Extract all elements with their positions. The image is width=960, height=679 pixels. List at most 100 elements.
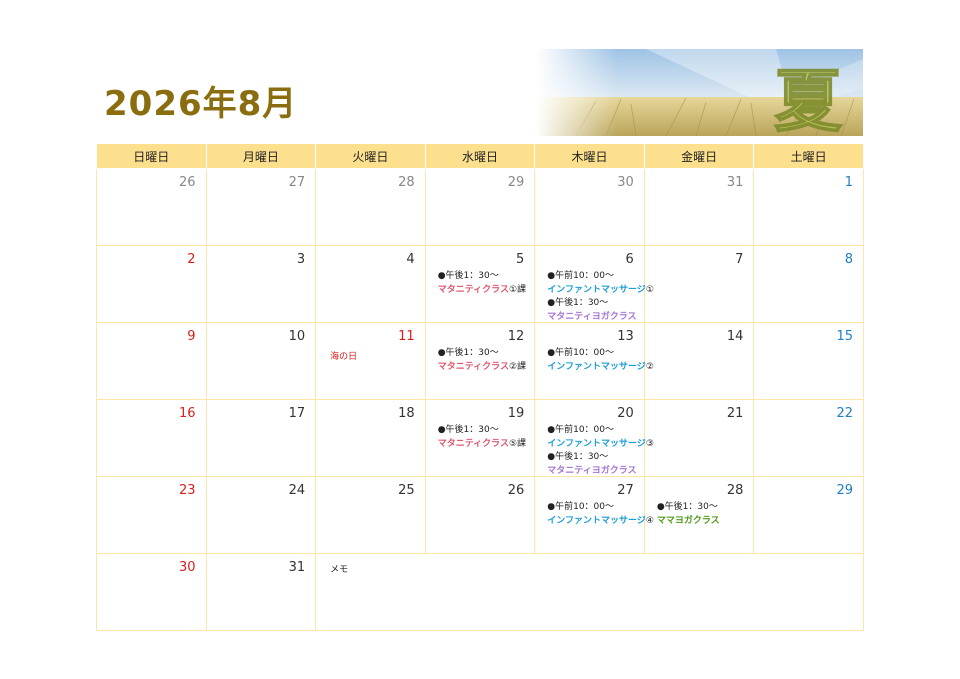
day-number: 27 bbox=[288, 175, 306, 190]
day-cell: 15 bbox=[753, 322, 864, 400]
day-number: 9 bbox=[187, 329, 196, 344]
holiday-label: 海の日 bbox=[330, 352, 358, 362]
event-title: インファントマッサージ③ bbox=[547, 438, 654, 449]
event-list: ●午後1：30～ マタニティクラス①課 bbox=[438, 270, 526, 297]
day-cell: 19 ●午後1：30～ マタニティクラス⑤課 bbox=[424, 399, 536, 477]
weekday-sun: 日曜日 bbox=[96, 143, 207, 169]
event-time: ●午後1：30～ bbox=[437, 425, 499, 435]
day-cell: 30 bbox=[534, 168, 645, 246]
week-row: 16 17 18 19 ●午後1：30～ マタニティクラス⑤課 20 ●午前10… bbox=[96, 399, 864, 477]
day-cell: 28 bbox=[315, 168, 426, 246]
day-cell: 6 ●午前10：00～ インファントマッサージ① ●午後1：30～ マタニティヨ… bbox=[534, 245, 654, 323]
day-cell: 29 bbox=[753, 476, 864, 554]
day-number: 27 bbox=[617, 483, 634, 498]
event-list: ●午前10：00～ インファントマッサージ② bbox=[547, 347, 654, 374]
memo-label: メモ bbox=[330, 565, 349, 575]
day-cell: 4 bbox=[315, 245, 426, 323]
day-number: 22 bbox=[836, 406, 853, 421]
week-row: 23 24 25 26 27 ●午前10：00～ インファントマッサージ④ 28… bbox=[96, 476, 864, 554]
event-title: マタニティクラス②課 bbox=[437, 361, 527, 372]
day-number: 31 bbox=[726, 175, 744, 190]
event-list: ●午後1：30～ マタニティクラス⑤課 bbox=[438, 424, 526, 451]
weekday-thu: 木曜日 bbox=[534, 143, 645, 169]
memo-cell[interactable]: メモ bbox=[315, 553, 864, 631]
page-title: 2026年8月 bbox=[104, 84, 298, 124]
day-cell: 27 ●午前10：00～ インファントマッサージ④ bbox=[534, 476, 654, 554]
day-cell: 12 ●午後1：30～ マタニティクラス②課 bbox=[424, 322, 536, 400]
week-row: 30 31 メモ bbox=[96, 553, 864, 631]
day-cell: 8 bbox=[753, 245, 864, 323]
day-cell: 5 ●午後1：30～ マタニティクラス①課 bbox=[424, 245, 536, 323]
event-time: ●午前10：00～ bbox=[547, 348, 615, 358]
event-time: ●午前10：00～ bbox=[547, 271, 615, 281]
event-title: インファントマッサージ② bbox=[547, 361, 654, 372]
day-number: 2 bbox=[187, 252, 196, 267]
day-number: 28 bbox=[726, 483, 744, 498]
event-time: ●午後1：30～ bbox=[547, 452, 609, 462]
week-row: 9 10 11 海の日 12 ●午後1：30～ マタニティクラス②課 13 ●午… bbox=[96, 322, 864, 400]
day-number: 18 bbox=[398, 406, 415, 421]
day-number: 26 bbox=[507, 483, 525, 498]
weekday-sat: 土曜日 bbox=[753, 143, 864, 169]
day-cell: 1 bbox=[753, 168, 864, 246]
day-cell: 31 bbox=[643, 168, 755, 246]
day-number: 5 bbox=[515, 252, 525, 267]
week-row: 2 3 4 5 ●午後1：30～ マタニティクラス①課 6 ●午前10：00～ … bbox=[96, 245, 864, 323]
weekday-header-row: 日曜日 月曜日 火曜日 水曜日 木曜日 金曜日 土曜日 bbox=[96, 143, 864, 169]
calendar-grid: 日曜日 月曜日 火曜日 水曜日 木曜日 金曜日 土曜日 26 27 28 29 … bbox=[96, 143, 864, 631]
event-list: ●午後1：30～ マタニティクラス②課 bbox=[438, 347, 526, 374]
day-number: 12 bbox=[507, 329, 525, 344]
event-time: ●午後1：30～ bbox=[437, 348, 499, 358]
day-number: 25 bbox=[398, 483, 415, 498]
event-list: ●午後1：30～ ママヨガクラス bbox=[657, 501, 720, 528]
day-number: 21 bbox=[726, 406, 744, 421]
day-cell: 22 bbox=[753, 399, 864, 477]
day-cell: 24 bbox=[205, 476, 317, 554]
day-number: 17 bbox=[288, 406, 306, 421]
event-list: ●午前10：00～ インファントマッサージ③ ●午後1：30～ マタニティヨガク… bbox=[547, 424, 654, 478]
day-number: 15 bbox=[836, 329, 853, 344]
event-title: インファントマッサージ④ bbox=[547, 515, 654, 526]
day-cell: 29 bbox=[424, 168, 536, 246]
day-number: 28 bbox=[398, 175, 415, 190]
day-cell: 30 bbox=[96, 553, 207, 631]
day-number: 20 bbox=[617, 406, 634, 421]
day-cell: 31 bbox=[205, 553, 317, 631]
day-number: 31 bbox=[288, 560, 306, 575]
day-number: 30 bbox=[617, 175, 634, 190]
weekday-mon: 月曜日 bbox=[205, 143, 317, 169]
day-number: 23 bbox=[179, 483, 196, 498]
day-number: 24 bbox=[288, 483, 306, 498]
event-time: ●午前10：00～ bbox=[547, 502, 615, 512]
day-cell: 26 bbox=[424, 476, 536, 554]
day-number: 30 bbox=[179, 560, 196, 575]
day-cell: 16 bbox=[96, 399, 207, 477]
day-number: 19 bbox=[507, 406, 525, 421]
event-title: インファントマッサージ① bbox=[547, 284, 654, 295]
event-title: マタニティクラス⑤課 bbox=[437, 438, 527, 449]
day-number: 29 bbox=[836, 483, 853, 498]
weekday-fri: 金曜日 bbox=[643, 143, 755, 169]
weekday-tue: 火曜日 bbox=[315, 143, 426, 169]
day-number: 10 bbox=[288, 329, 306, 344]
day-number: 1 bbox=[844, 175, 853, 190]
day-cell: 21 bbox=[643, 399, 755, 477]
day-number: 26 bbox=[179, 175, 196, 190]
event-title: ママヨガクラス bbox=[656, 515, 720, 526]
day-number: 6 bbox=[625, 252, 634, 267]
event-title: マタニティクラス①課 bbox=[437, 284, 527, 295]
day-number: 4 bbox=[406, 252, 415, 267]
event-list: ●午前10：00～ インファントマッサージ④ bbox=[547, 501, 654, 528]
day-number: 29 bbox=[507, 175, 525, 190]
day-cell: 9 bbox=[96, 322, 207, 400]
day-number: 3 bbox=[296, 252, 306, 267]
day-cell: 11 海の日 bbox=[315, 322, 426, 400]
event-time: ●午後1：30～ bbox=[656, 502, 718, 512]
day-cell: 20 ●午前10：00～ インファントマッサージ③ ●午後1：30～ マタニティ… bbox=[534, 399, 654, 477]
day-cell: 27 bbox=[205, 168, 317, 246]
day-cell: 18 bbox=[315, 399, 426, 477]
event-time: ●午前10：00～ bbox=[547, 425, 615, 435]
day-number: 13 bbox=[617, 329, 634, 344]
day-number: 7 bbox=[735, 252, 744, 267]
day-cell: 7 bbox=[643, 245, 755, 323]
